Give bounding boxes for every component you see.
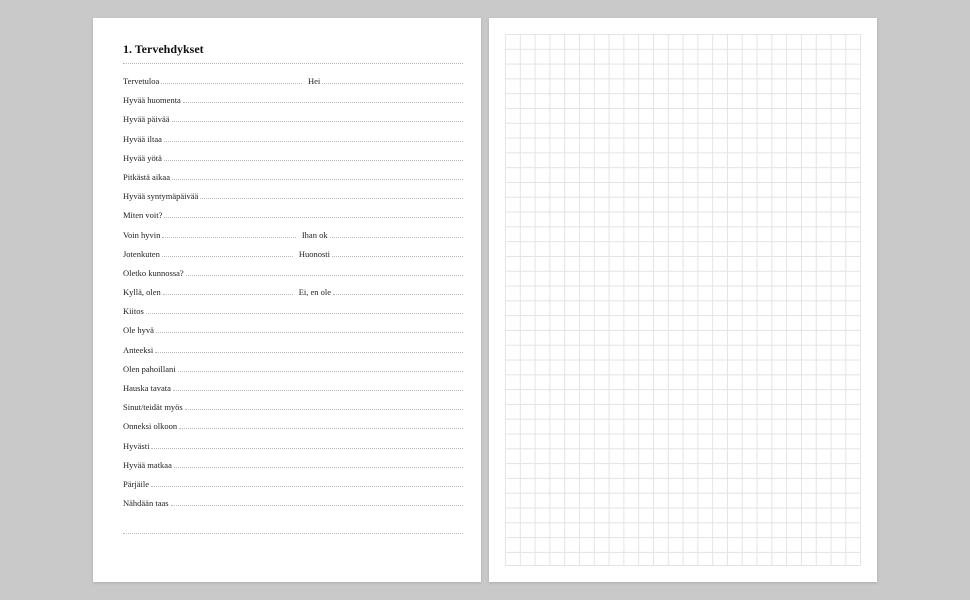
- vocab-row: Hyvää huomenta: [123, 93, 463, 112]
- dotted-fill: [156, 323, 463, 333]
- dotted-fill: [151, 439, 463, 449]
- term-primary: Miten voit?: [123, 210, 164, 220]
- vocab-row: Tervetuloa Hei: [123, 74, 463, 93]
- dotted-fill: [200, 189, 463, 199]
- term-primary: Hyvää huomenta: [123, 95, 183, 105]
- dotted-fill: [185, 400, 463, 410]
- dotted-fill: [186, 266, 463, 276]
- term-primary: Ole hyvä: [123, 325, 156, 335]
- vocab-row: Kyllä, olen Ei, en ole: [123, 285, 463, 304]
- vocab-row: Anteeksi: [123, 343, 463, 362]
- term-primary: Jotenkuten: [123, 249, 162, 259]
- vocab-row: Sinut/teidät myös: [123, 400, 463, 419]
- dotted-fill: [162, 228, 295, 238]
- term-primary: Hyvästi: [123, 441, 151, 451]
- term-secondary: Huonosti: [293, 249, 332, 259]
- vocab-row: Nähdään taas: [123, 496, 463, 515]
- dotted-fill: [178, 362, 463, 372]
- dotted-fill: [172, 112, 464, 122]
- vocab-row: Hyvää syntymäpäivää: [123, 189, 463, 208]
- term-primary: Hauska tavata: [123, 383, 173, 393]
- term-primary: Pärjäile: [123, 479, 151, 489]
- term-primary: Sinut/teidät myös: [123, 402, 185, 412]
- term-primary: Hyvää yötä: [123, 153, 164, 163]
- graph-grid: [505, 34, 861, 566]
- dotted-fill: [322, 74, 463, 84]
- dotted-fill: [163, 285, 293, 295]
- vocab-row: Hyvää yötä: [123, 151, 463, 170]
- vocab-row: Hyvää iltaa: [123, 132, 463, 151]
- term-primary: Hyvää matkaa: [123, 460, 174, 470]
- vocab-row: Kiitos: [123, 304, 463, 323]
- book-spread: 1. Tervehdykset Tervetuloa Hei Hyvää huome…: [93, 18, 877, 582]
- term-secondary: Hei: [302, 76, 322, 86]
- dotted-fill: [164, 208, 463, 218]
- term-primary: Tervetuloa: [123, 76, 161, 86]
- dotted-fill: [179, 419, 463, 429]
- vocab-row: Oletko kunnossa?: [123, 266, 463, 285]
- term-primary: Hyvää iltaa: [123, 134, 164, 144]
- dotted-fill: [162, 247, 293, 257]
- dotted-fill: [183, 93, 463, 103]
- vocab-row: Ole hyvä: [123, 323, 463, 342]
- term-primary: Onneksi olkoon: [123, 421, 179, 431]
- dotted-fill: [164, 132, 463, 142]
- term-primary: Nähdään taas: [123, 498, 171, 508]
- vocabulary-list: Tervetuloa Hei Hyvää huomenta Hyvää päivää H…: [123, 74, 463, 515]
- term-primary: Kyllä, olen: [123, 287, 163, 297]
- vocab-row: Jotenkuten Huonosti: [123, 247, 463, 266]
- right-page: [489, 18, 877, 582]
- trailing-rule: [123, 524, 463, 534]
- term-secondary: Ei, en ole: [293, 287, 333, 297]
- vocab-row: Hyvästi: [123, 439, 463, 458]
- term-secondary: Ihan ok: [296, 230, 330, 240]
- heading-rule: [123, 63, 463, 64]
- dotted-fill: [333, 285, 463, 295]
- dotted-fill: [164, 151, 463, 161]
- term-primary: Hyvää päivää: [123, 114, 172, 124]
- vocab-row: Olen pahoillani: [123, 362, 463, 381]
- dotted-fill: [161, 74, 302, 84]
- dotted-fill: [330, 228, 463, 238]
- dotted-fill: [174, 458, 463, 468]
- term-primary: Oletko kunnossa?: [123, 268, 186, 278]
- term-primary: Anteeksi: [123, 345, 155, 355]
- vocab-row: Pärjäile: [123, 477, 463, 496]
- vocab-row: Hauska tavata: [123, 381, 463, 400]
- term-primary: Voin hyvin: [123, 230, 162, 240]
- dotted-fill: [332, 247, 463, 257]
- vocab-row: Onneksi olkoon: [123, 419, 463, 438]
- dotted-fill: [173, 381, 463, 391]
- term-primary: Kiitos: [123, 306, 146, 316]
- dotted-fill: [151, 477, 463, 487]
- vocab-row: Voin hyvin Ihan ok: [123, 228, 463, 247]
- dotted-fill: [171, 496, 463, 506]
- term-primary: Olen pahoillani: [123, 364, 178, 374]
- term-primary: Pitkästä aikaa: [123, 172, 172, 182]
- vocab-row: Hyvää päivää: [123, 112, 463, 131]
- left-page: 1. Tervehdykset Tervetuloa Hei Hyvää huome…: [93, 18, 481, 582]
- dotted-fill: [155, 343, 463, 353]
- term-primary: Hyvää syntymäpäivää: [123, 191, 200, 201]
- dotted-fill: [172, 170, 463, 180]
- vocab-row: Hyvää matkaa: [123, 458, 463, 477]
- vocab-row: Miten voit?: [123, 208, 463, 227]
- dotted-fill: [146, 304, 463, 314]
- section-heading: 1. Tervehdykset: [123, 42, 463, 57]
- vocab-row: Pitkästä aikaa: [123, 170, 463, 189]
